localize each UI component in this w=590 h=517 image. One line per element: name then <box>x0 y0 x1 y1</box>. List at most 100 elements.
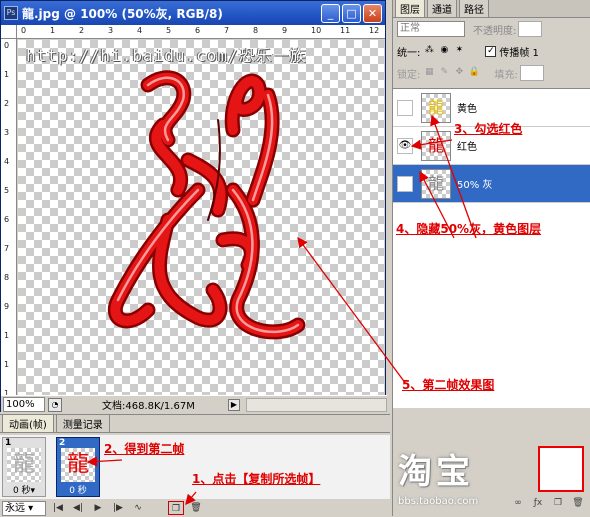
ruler-corner[interactable] <box>1 25 17 39</box>
status-menu-arrow-icon[interactable]: ▶ <box>228 398 240 411</box>
tab-channels[interactable]: 通道 <box>427 0 457 17</box>
blend-row: 正常 不透明度: <box>393 18 590 40</box>
ruler-left-label: 0 <box>4 41 10 50</box>
document-info: 文档:468.8K/1.67M <box>102 401 195 412</box>
tween-icon[interactable]: ∿ <box>130 501 146 515</box>
frame-2[interactable]: 2 龍 0 秒 <box>56 437 100 497</box>
ruler-left-label: 6 <box>4 215 10 224</box>
frame-number: 2 <box>59 438 66 448</box>
layer-row-gray[interactable]: 龍 50% 灰 <box>393 165 590 203</box>
fill-label: 填充: <box>494 69 518 81</box>
visibility-toggle-icon[interactable] <box>397 99 413 116</box>
ruler-top-label: 11 <box>340 26 351 35</box>
unify-position-icon[interactable]: ⁂ <box>423 45 435 57</box>
ruler-top-label: 8 <box>253 26 259 35</box>
annotation-step3: 3、勾选红色 <box>454 120 522 137</box>
unify-row: 统一: ⁂ ◉ ✶ ✓ 传播帧 1 <box>393 40 590 62</box>
opacity-label: 不透明度: <box>473 25 517 37</box>
frame-delay[interactable]: 0 秒▾ <box>3 483 45 496</box>
lock-row: 锁定: ▦ ✎ ✥ 🔒 填充: <box>393 62 590 84</box>
ruler-left-label: 3 <box>4 128 10 137</box>
watermark-text: http://hi.baidu.com/恐乐一族 <box>26 46 307 65</box>
propagate-frame-checkbox[interactable]: ✓ <box>485 45 497 57</box>
document-title: 龍.jpg @ 100% (50%灰, RGB/8) <box>22 6 223 21</box>
annotation-step5: 5、第二帧效果图 <box>402 376 494 393</box>
ruler-top-label: 9 <box>282 26 288 35</box>
blend-mode-select[interactable]: 正常 <box>397 21 465 37</box>
layer-thumbnail: 龍 <box>421 168 451 199</box>
tab-measurement-log[interactable]: 测量记录 <box>55 414 110 432</box>
layer-thumbnail: 龍 <box>421 92 451 123</box>
ruler-left-label: 9 <box>4 302 10 311</box>
frame-thumbnail: 龍 <box>7 448 41 482</box>
lock-move-icon[interactable]: ✥ <box>453 67 465 79</box>
unify-visibility-icon[interactable]: ◉ <box>438 45 450 57</box>
ruler-top-label: 12 <box>369 26 380 35</box>
layers-panel: 图层 通道 路径 正常 不透明度: 统一: ⁂ ◉ ✶ ✓ 传播帧 1 锁定: … <box>392 0 590 516</box>
animation-controls: 永远 ▾ |◀ ◀| ▶ |▶ ∿ ❐ 🗑 <box>0 499 390 517</box>
duplicate-frame-icon[interactable]: ❐ <box>168 501 184 515</box>
opacity-field[interactable] <box>518 21 543 37</box>
frame-number: 1 <box>5 438 12 448</box>
lock-paint-icon[interactable]: ✎ <box>438 67 450 79</box>
ruler-left-label: 1 <box>4 70 10 79</box>
unify-label: 统一: <box>397 47 421 59</box>
document-window: Ps 龍.jpg @ 100% (50%灰, RGB/8) _ □ ✕ 0123… <box>0 0 387 413</box>
ruler-top[interactable]: 0 1 2 3 4 5 6 7 8 9 10 11 12 <box>17 25 385 39</box>
first-frame-icon[interactable]: |◀ <box>50 501 66 515</box>
fill-field[interactable] <box>519 65 544 81</box>
zoom-field[interactable]: 100% <box>3 397 45 412</box>
ruler-top-label: 2 <box>79 26 85 35</box>
annotation-step4: 4、隐藏50%灰，黄色图层 <box>396 220 541 237</box>
status-info-icon[interactable]: ◔ <box>48 397 62 412</box>
annotation-step2-text: 2、得到第二帧 <box>104 442 185 456</box>
annotation-step1: 1、点击【复制所选帧】 <box>192 470 320 487</box>
horizontal-scrollbar[interactable] <box>246 397 387 412</box>
tab-animation-frames[interactable]: 动画(帧) <box>2 414 54 432</box>
annotation-step2: 2、得到第二帧 <box>104 440 184 457</box>
ruler-left-label: 8 <box>4 273 10 282</box>
ruler-left-label: 4 <box>4 157 10 166</box>
lock-all-icon[interactable]: 🔒 <box>468 67 480 79</box>
annotation-step5-text: 5、第二帧效果图 <box>402 378 495 392</box>
visibility-toggle-icon[interactable] <box>397 175 413 192</box>
red-seal-stamp <box>538 446 584 492</box>
ruler-top-label: 5 <box>166 26 172 35</box>
dragon-calligraphy-artwork <box>107 70 306 340</box>
layer-name: 黄色 <box>457 104 477 115</box>
tab-paths[interactable]: 路径 <box>459 0 489 17</box>
annotation-step3-text: 3、勾选红色 <box>454 122 523 136</box>
watermark-url: bbs.taobao.com <box>398 496 479 507</box>
delete-frame-icon[interactable]: 🗑 <box>188 501 204 515</box>
close-button[interactable]: ✕ <box>363 3 382 23</box>
frame-delay[interactable]: 0 秒 <box>57 483 99 496</box>
lock-transparency-icon[interactable]: ▦ <box>423 67 435 79</box>
ruler-left-label: 1 <box>4 360 10 369</box>
previous-frame-icon[interactable]: ◀| <box>70 501 86 515</box>
next-frame-icon[interactable]: |▶ <box>110 501 126 515</box>
layer-name: 红色 <box>457 142 477 153</box>
frame-1[interactable]: 1 龍 0 秒▾ <box>2 437 46 497</box>
ruler-left-label: 5 <box>4 186 10 195</box>
loop-select[interactable]: 永远 ▾ <box>2 500 46 516</box>
frames-strip: 1 龍 0 秒▾ 2 龍 0 秒 <box>0 435 390 499</box>
tab-layers[interactable]: 图层 <box>395 0 425 17</box>
animation-tabs: 动画(帧) 测量记录 <box>0 414 390 433</box>
ruler-left-label: 1 <box>4 331 10 340</box>
play-icon[interactable]: ▶ <box>90 501 106 515</box>
annotation-step4-text: 4、隐藏50%灰，黄色图层 <box>396 222 542 236</box>
ruler-top-label: 6 <box>195 26 201 35</box>
visibility-eye-icon[interactable]: 👁 <box>397 137 413 154</box>
layer-name: 50% 灰 <box>457 180 493 191</box>
ruler-top-label: 7 <box>224 26 230 35</box>
document-statusbar: 100% ◔ 文档:468.8K/1.67M ▶ <box>1 395 387 413</box>
ruler-top-label: 3 <box>108 26 114 35</box>
ruler-left[interactable]: 0123456789111 <box>1 39 17 398</box>
annotation-step1-text: 1、点击【复制所选帧】 <box>192 472 321 486</box>
minimize-button[interactable]: _ <box>321 3 340 23</box>
document-canvas[interactable]: http://hi.baidu.com/恐乐一族 <box>18 40 384 395</box>
unify-style-icon[interactable]: ✶ <box>453 45 465 57</box>
ruler-left-label: 2 <box>4 99 10 108</box>
maximize-button[interactable]: □ <box>342 3 361 23</box>
document-titlebar[interactable]: Ps 龍.jpg @ 100% (50%灰, RGB/8) _ □ ✕ <box>1 1 385 25</box>
